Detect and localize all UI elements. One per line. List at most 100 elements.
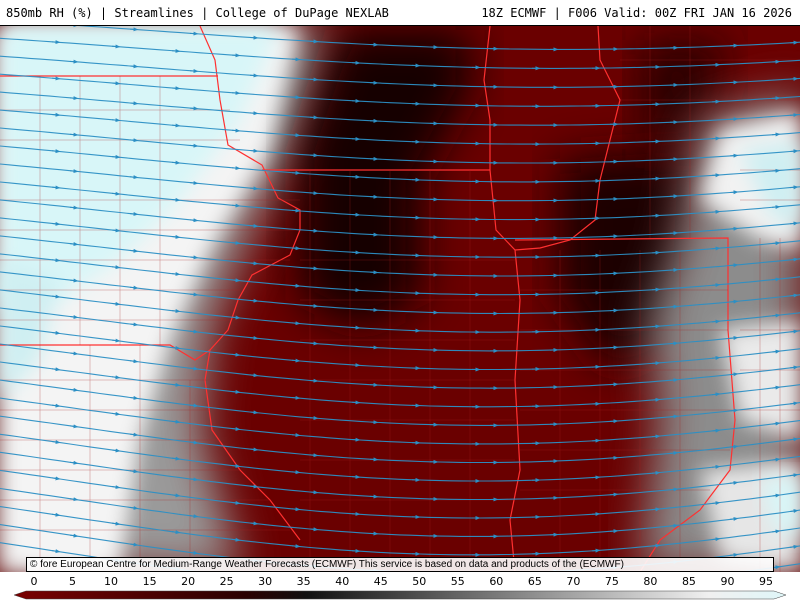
colorbar-tick-label: 25 xyxy=(220,575,234,588)
streamline-arrow xyxy=(789,185,799,190)
streamline-arrow xyxy=(291,358,301,363)
streamline-arrow xyxy=(129,138,139,143)
streamline-arrow xyxy=(711,283,721,288)
streamline-arrow xyxy=(669,451,679,456)
streamline-arrow xyxy=(69,242,79,247)
streamline-arrow xyxy=(231,166,241,171)
colorbar-tick-label: 10 xyxy=(104,575,118,588)
streamline-arrow xyxy=(231,500,241,505)
streamline-arrow xyxy=(51,221,61,226)
streamline-arrow xyxy=(171,271,181,276)
streamline-arrow xyxy=(189,218,199,223)
streamline-arrow xyxy=(249,336,259,340)
streamline-arrow xyxy=(711,392,721,397)
colorbar-tick-label: 65 xyxy=(528,575,542,588)
streamline-arrow xyxy=(189,106,199,111)
streamline-arrow xyxy=(729,444,739,449)
colorbar-tick-label: 45 xyxy=(374,575,388,588)
rh-streamline-map xyxy=(0,26,800,572)
streamline-arrow xyxy=(231,203,241,208)
streamline-arrow xyxy=(651,543,661,548)
colorbar-tick-label: 90 xyxy=(720,575,734,588)
streamline-arrow xyxy=(669,414,679,419)
streamline-arrow xyxy=(231,278,241,283)
streamline-arrow xyxy=(291,544,301,549)
colorbar-tick-label: 85 xyxy=(682,575,696,588)
streamline-arrow xyxy=(729,372,739,377)
streamline-arrow xyxy=(69,169,79,174)
streamline-arrow xyxy=(111,118,121,123)
streamline-arrow xyxy=(291,507,301,512)
streamline-arrow xyxy=(249,410,259,415)
streamline-arrow xyxy=(171,123,181,128)
streamline-arrow xyxy=(189,255,199,260)
streamline-arrow xyxy=(249,261,259,266)
streamline-arrow xyxy=(309,490,319,495)
streamline-arrow xyxy=(651,507,661,512)
streamline-arrow xyxy=(729,336,739,340)
streamline-arrow xyxy=(291,433,301,438)
streamline-arrow xyxy=(711,464,721,469)
streamline-arrow xyxy=(771,313,781,318)
streamline-arrow xyxy=(171,234,181,239)
colorbar-tick-label: 70 xyxy=(566,575,580,588)
streamline-arrow xyxy=(51,185,61,190)
streamline-arrow xyxy=(111,154,121,159)
streamline-arrow xyxy=(51,258,61,263)
streamline-arrow xyxy=(69,278,79,283)
streamline-arrow xyxy=(771,241,781,246)
streamline-arrow xyxy=(771,277,781,282)
map-stage: 850mb RH (%) | Streamlines | College of … xyxy=(0,0,800,600)
streamline-arrow xyxy=(189,292,199,297)
streamline-arrow xyxy=(129,248,139,253)
product-title: 850mb RH (%) | Streamlines | College of … xyxy=(6,6,389,20)
streamline-arrow xyxy=(231,537,241,542)
streamline-arrow xyxy=(291,395,301,400)
streamline-arrow xyxy=(231,426,241,431)
streamline-arrow xyxy=(231,315,241,320)
streamline-arrow xyxy=(171,160,181,165)
streamline-arrow xyxy=(171,197,181,202)
streamline-arrow xyxy=(111,265,121,270)
streamline-arrow xyxy=(309,527,319,532)
streamline-arrow xyxy=(189,329,199,334)
streamline-arrow xyxy=(669,523,679,528)
colorbar-tick-label: 35 xyxy=(297,575,311,588)
streamline-arrow xyxy=(249,186,259,191)
colorbar-tick-label: 55 xyxy=(451,575,465,588)
streamline-arrow xyxy=(249,298,259,303)
header-bar: 850mb RH (%) | Streamlines | College of … xyxy=(0,0,800,26)
streamline-arrow xyxy=(129,175,139,180)
colorbar-tick-label: 20 xyxy=(181,575,195,588)
streamline-arrow xyxy=(189,366,199,371)
streamline-arrow xyxy=(51,112,61,117)
streamline-arrow xyxy=(729,408,739,413)
streamline-arrow xyxy=(771,349,781,354)
streamline-arrow xyxy=(249,521,259,526)
colorbar-tick-label: 60 xyxy=(489,575,503,588)
streamline-arrow xyxy=(249,484,259,489)
colorbar-tick-label: 95 xyxy=(759,575,773,588)
streamline-arrow xyxy=(711,537,721,542)
streamline-arrow xyxy=(249,447,259,452)
streamline-arrow xyxy=(249,223,259,228)
streamline-arrow xyxy=(309,453,319,458)
streamline-arrow xyxy=(771,205,781,210)
streamline-arrow xyxy=(129,101,139,106)
streamline-arrow xyxy=(171,309,181,313)
streamline-arrow xyxy=(729,480,739,485)
streamline-arrow xyxy=(51,149,61,154)
colorbar-tick-label: 15 xyxy=(143,575,157,588)
streamline-arrow xyxy=(711,428,721,433)
streamline-arrow xyxy=(111,228,121,233)
streamline-arrow xyxy=(789,257,799,262)
streamline-arrow xyxy=(729,263,739,268)
streamline-arrow xyxy=(231,240,241,245)
streamline-arrow xyxy=(69,96,79,101)
colorbar-tick-label: 50 xyxy=(412,575,426,588)
data-credit: © fore European Centre for Medium-Range … xyxy=(26,557,774,572)
streamline-arrow xyxy=(789,293,799,298)
streamline-arrow xyxy=(711,355,721,360)
colorbar-tick-label: 0 xyxy=(31,575,38,588)
streamline-arrow xyxy=(789,329,799,334)
